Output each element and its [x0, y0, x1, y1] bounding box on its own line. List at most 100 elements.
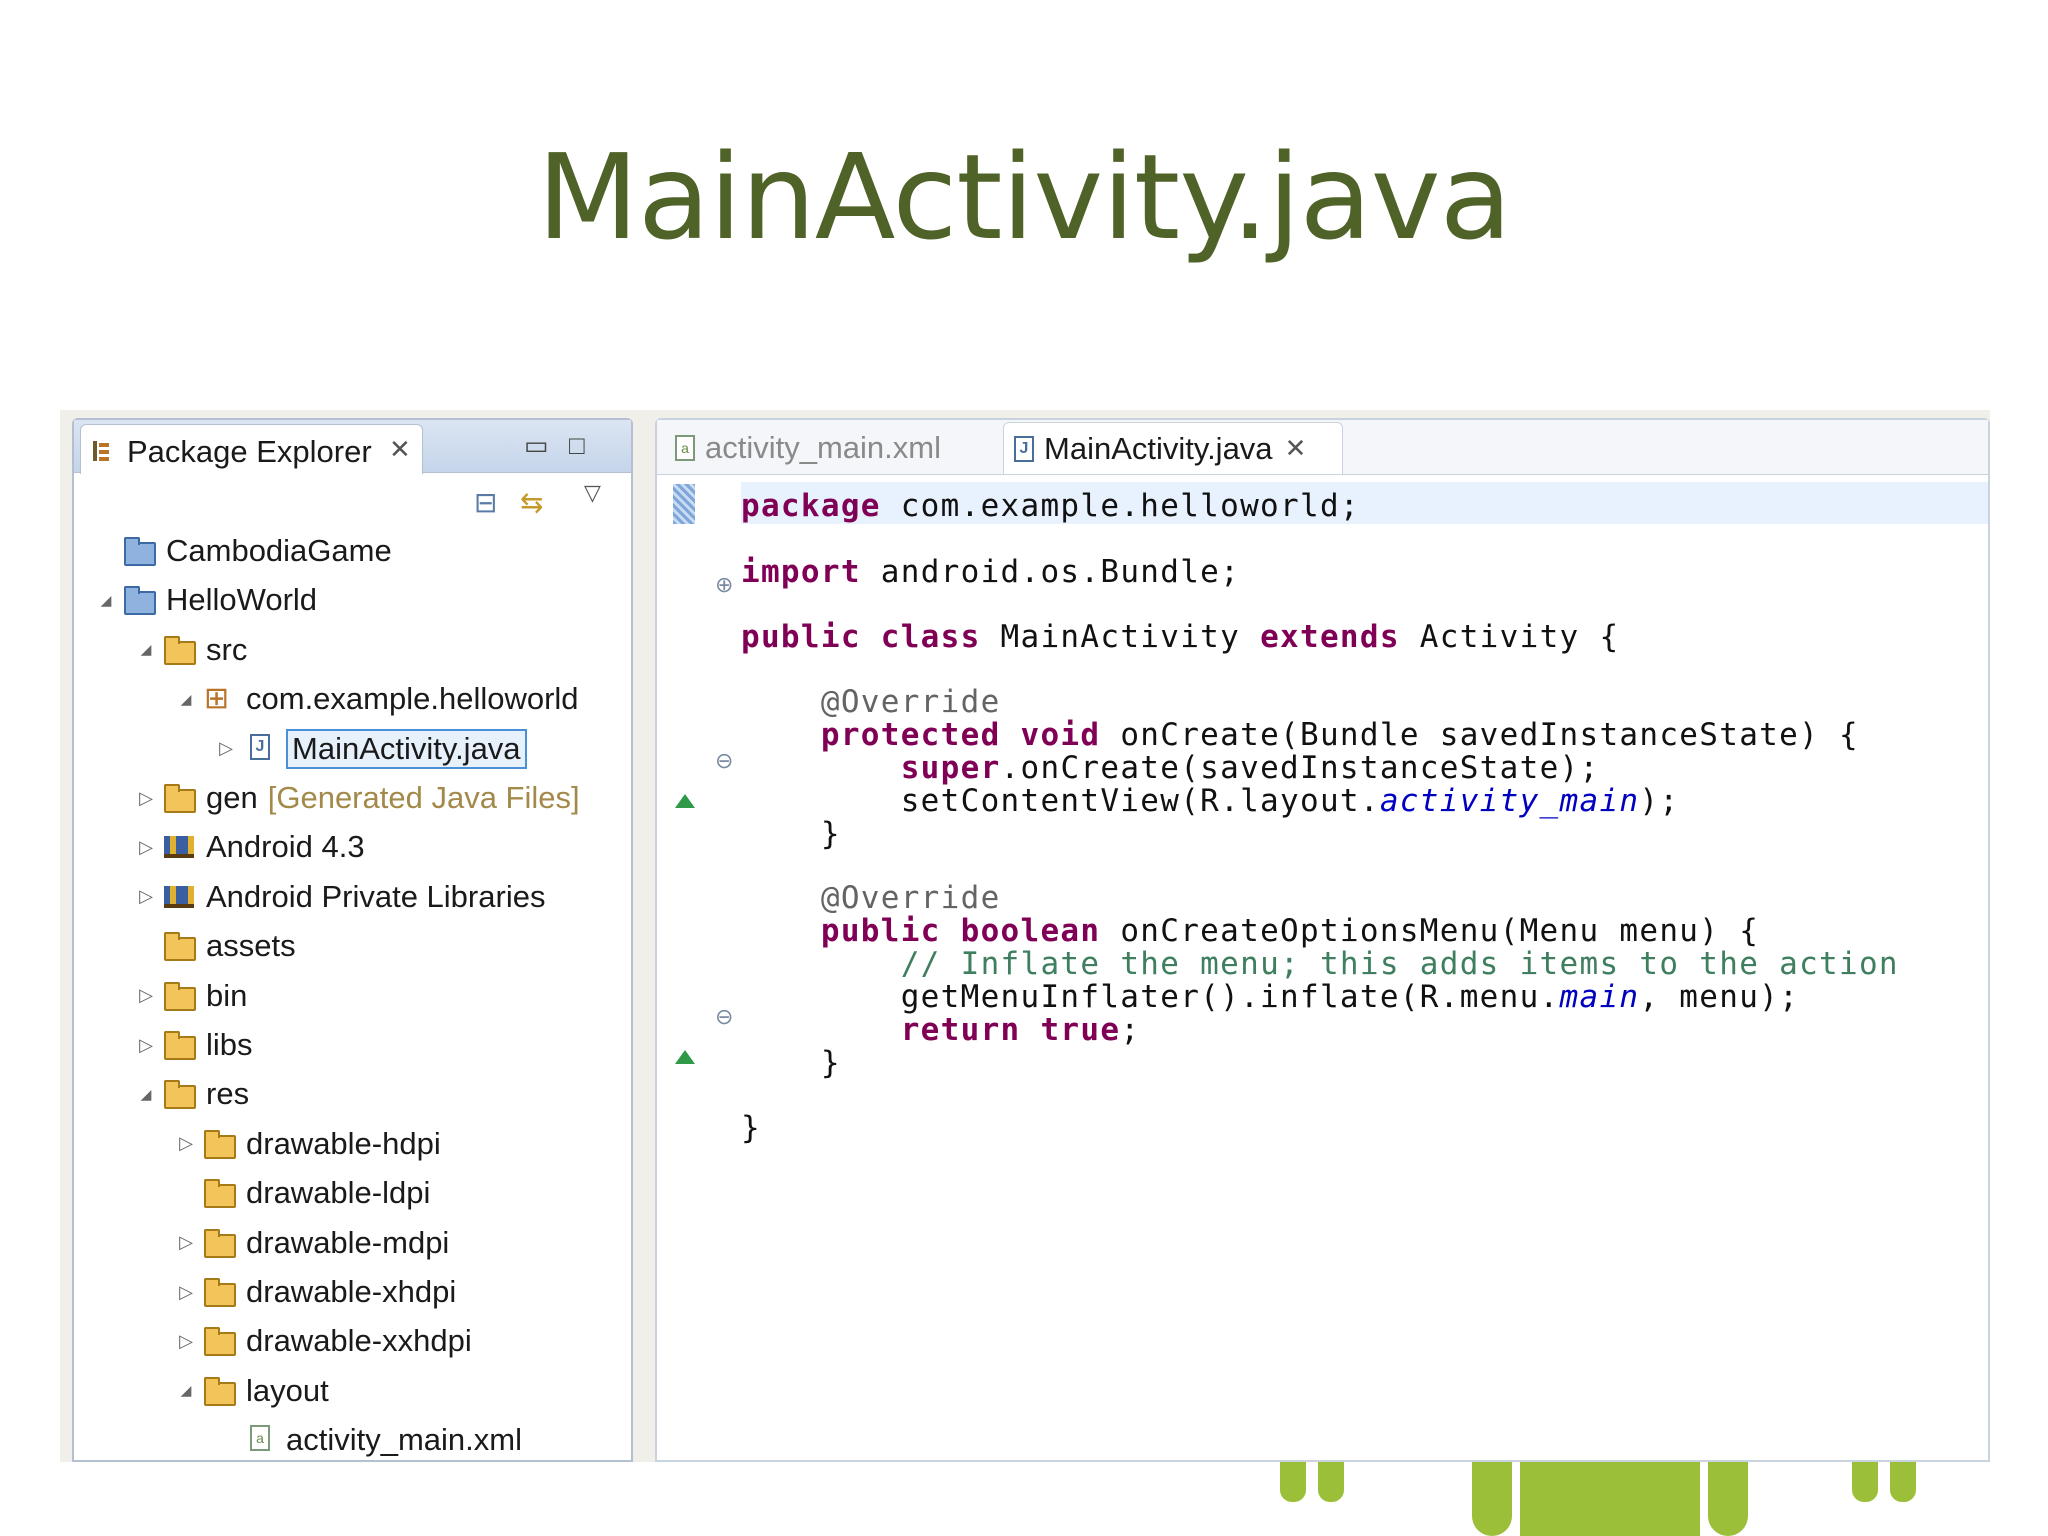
- collapse-fold-icon[interactable]: ⊖: [715, 748, 733, 774]
- tree-item[interactable]: a activity_main.xml: [214, 1417, 522, 1463]
- tree-item[interactable]: ▷ drawable-mdpi: [174, 1220, 449, 1266]
- collapsed-arrow-icon[interactable]: ▷: [134, 886, 158, 907]
- expanded-arrow-icon[interactable]: ◢: [134, 641, 158, 658]
- tree-item-label: assets: [206, 928, 296, 964]
- tree-item[interactable]: ▷ bin: [134, 973, 247, 1019]
- tree-item-label: libs: [206, 1027, 253, 1062]
- code-token: public class: [741, 619, 981, 655]
- folder-icon: [204, 1376, 240, 1406]
- close-icon[interactable]: ✕: [389, 434, 411, 465]
- code-line: super.onCreate(savedInstanceState);: [741, 750, 1599, 786]
- expanded-arrow-icon[interactable]: ◢: [174, 1382, 198, 1399]
- slide-title: MainActivity.java: [537, 128, 1512, 266]
- package-explorer-view: Package Explorer ✕ ▭ □ ⊟ ⇆ ▽ CambodiaGam…: [72, 418, 633, 1462]
- tree-item[interactable]: ▷ Android Private Libraries: [134, 874, 545, 920]
- expanded-arrow-icon[interactable]: ◢: [174, 691, 198, 708]
- tree-item[interactable]: ▷ drawable-xhdpi: [174, 1269, 456, 1315]
- code-token: .onCreate(savedInstanceState);: [1000, 750, 1600, 786]
- code-line: public class MainActivity extends Activi…: [741, 619, 1619, 655]
- code-line: package com.example.helloworld;: [741, 488, 1360, 524]
- tab-activity-main-xml[interactable]: a activity_main.xml: [665, 422, 995, 474]
- code-token: android.os.Bundle;: [860, 554, 1241, 590]
- tree-item-label: HelloWorld: [166, 582, 318, 618]
- tab-label: activity_main.xml: [705, 430, 941, 465]
- code-line: @Override: [741, 684, 1001, 720]
- tree-item[interactable]: ▷ drawable-xxhdpi: [174, 1318, 472, 1364]
- tree-item[interactable]: assets: [134, 923, 296, 969]
- tree-item-label: src: [206, 631, 248, 667]
- tree-item-label: drawable-ldpi: [246, 1175, 431, 1211]
- package-explorer-header: Package Explorer ✕ ▭ □: [74, 420, 631, 474]
- close-icon[interactable]: ✕: [1285, 433, 1307, 464]
- tree-item[interactable]: ◢ src: [134, 627, 248, 673]
- collapsed-arrow-icon[interactable]: ▷: [174, 1282, 198, 1303]
- minimize-icon[interactable]: ▭: [524, 430, 549, 461]
- tree-item-label: drawable-mdpi: [246, 1224, 450, 1260]
- collapsed-arrow-icon[interactable]: ▷: [134, 1035, 158, 1056]
- code-line: protected void onCreate(Bundle savedInst…: [741, 717, 1859, 753]
- tree-item[interactable]: CambodiaGame: [94, 528, 392, 574]
- tree-item[interactable]: ▷ gen [Generated Java Files]: [134, 775, 580, 821]
- collapsed-arrow-icon[interactable]: ▷: [174, 1331, 198, 1352]
- expanded-arrow-icon[interactable]: ◢: [94, 592, 118, 609]
- folder-icon: [164, 931, 200, 962]
- override-marker-icon: [675, 794, 695, 808]
- tree-item-label: Android 4.3: [206, 829, 365, 865]
- maximize-icon[interactable]: □: [569, 430, 585, 461]
- code-token: }: [741, 816, 841, 852]
- tree-item[interactable]: ◢ ⊞ com.example.helloworld: [174, 676, 579, 722]
- tree-item[interactable]: ◢ layout: [174, 1368, 329, 1414]
- code-token: setContentView(R.layout.: [741, 783, 1380, 819]
- code-token: onCreate(Bundle savedInstanceState) {: [1100, 717, 1859, 753]
- link-with-editor-icon[interactable]: ⇆: [520, 486, 543, 519]
- java-editor: a activity_main.xml J MainActivity.java …: [655, 418, 1990, 1462]
- collapsed-arrow-icon[interactable]: ▷: [134, 985, 158, 1006]
- library-icon: [164, 882, 200, 912]
- java-file-icon: J: [244, 733, 280, 764]
- collapse-all-icon[interactable]: ⊟: [474, 486, 497, 519]
- tree-item-label: drawable-xhdpi: [246, 1274, 457, 1309]
- folder-icon: [164, 1079, 200, 1110]
- collapsed-arrow-icon[interactable]: ▷: [134, 837, 158, 858]
- expanded-arrow-icon[interactable]: ◢: [134, 1086, 158, 1103]
- tree-item-label: com.example.helloworld: [246, 681, 579, 717]
- package-explorer-tab[interactable]: Package Explorer ✕: [80, 424, 423, 474]
- tree-item[interactable]: ◢ HelloWorld: [94, 577, 317, 623]
- code-line: return true;: [741, 1012, 1140, 1048]
- collapsed-arrow-icon[interactable]: ▷: [174, 1133, 198, 1154]
- collapsed-arrow-icon[interactable]: ▷: [134, 788, 158, 809]
- collapsed-arrow-icon[interactable]: ▷: [174, 1232, 198, 1253]
- tree-item[interactable]: ◢ res: [134, 1071, 249, 1117]
- code-token: getMenuInflater().inflate(R.menu.: [741, 979, 1560, 1015]
- code-line: // Inflate the menu; this adds items to …: [741, 946, 1899, 982]
- xml-file-icon: a: [675, 435, 695, 461]
- folder-icon: [204, 1228, 240, 1258]
- tab-main-activity-java[interactable]: J MainActivity.java ✕: [1003, 422, 1343, 474]
- code-token: activity_main: [1379, 783, 1640, 819]
- tree-item-label: Android Private Libraries: [206, 878, 546, 914]
- tree-item[interactable]: ▷ J MainActivity.java: [214, 726, 527, 772]
- tab-label: MainActivity.java: [1044, 430, 1273, 466]
- view-menu-chevron-down-icon[interactable]: ▽: [584, 480, 601, 506]
- code-token: }: [741, 1110, 761, 1146]
- code-token: main: [1559, 979, 1640, 1015]
- tree-item[interactable]: drawable-ldpi: [174, 1170, 430, 1216]
- tree-item[interactable]: ▷ drawable-hdpi: [174, 1121, 441, 1167]
- xml-file-icon: a: [244, 1425, 280, 1455]
- editor-tab-bar: a activity_main.xml J MainActivity.java …: [657, 420, 1988, 475]
- expand-fold-icon[interactable]: ⊕: [715, 572, 733, 598]
- tree-item-label: MainActivity.java: [286, 728, 527, 769]
- collapsed-arrow-icon[interactable]: ▷: [214, 738, 238, 759]
- tree-item[interactable]: ▷ Android 4.3: [134, 824, 365, 870]
- code-token: return true: [900, 1012, 1121, 1048]
- code-line: @Override: [741, 880, 1001, 916]
- tree-item[interactable]: ▷ libs: [134, 1022, 253, 1068]
- code-line: }: [741, 1110, 761, 1146]
- code-line: public boolean onCreateOptionsMenu(Menu …: [741, 913, 1759, 949]
- collapse-fold-icon[interactable]: ⊖: [715, 1004, 733, 1030]
- tree-item-label: layout: [246, 1372, 329, 1408]
- java-file-icon: J: [1014, 435, 1034, 462]
- folder-icon: [164, 981, 200, 1011]
